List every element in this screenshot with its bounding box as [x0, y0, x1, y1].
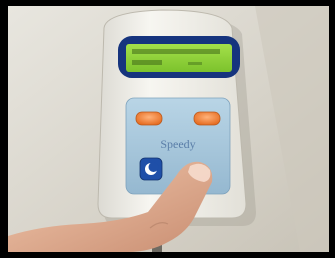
lcd-text-row-2 [132, 60, 162, 65]
brand-label: Speedy [160, 137, 195, 151]
lcd-screen [126, 44, 232, 72]
left-soft-button[interactable] [135, 111, 163, 126]
lcd-text-row-2b [188, 62, 202, 65]
right-soft-button[interactable] [193, 111, 221, 126]
lcd-text-row-1 [132, 49, 220, 54]
photo-scene: Speedy [0, 0, 335, 258]
